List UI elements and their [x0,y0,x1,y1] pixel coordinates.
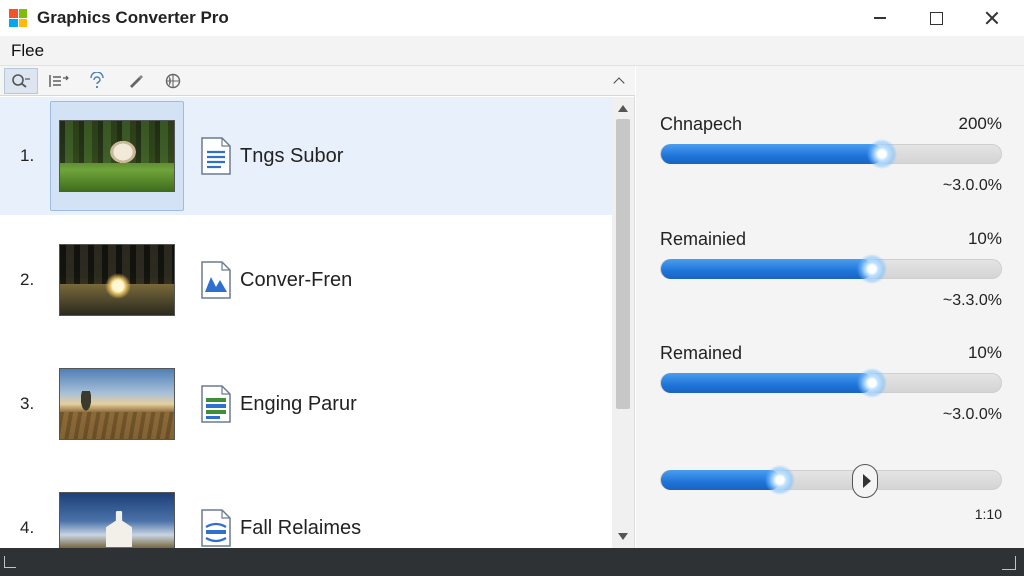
slider-subvalue: ~3.3.0% [942,292,1002,309]
list-item[interactable]: 1. Tngs Subor [0,97,612,215]
slider-group: Remained 10% ~3.0.0% [660,343,1002,423]
slider-label: Chnapech [660,114,743,134]
brush-icon [130,74,143,88]
playback-time: 1:10 [974,506,1002,522]
scroll-down-arrow-icon[interactable] [618,533,628,540]
list-item[interactable]: 2. Conver-Fren [0,221,612,339]
menu-file[interactable]: Flee [11,41,44,61]
globe-icon [165,73,181,88]
row-number: 2. [20,270,35,289]
slider-fill [661,144,882,164]
search-zoom-button[interactable] [4,67,38,94]
close-icon [985,11,999,25]
windows-logo-icon [9,9,27,27]
slider-value: 10% [967,343,1002,362]
collapse-toolbar-button[interactable] [609,70,629,92]
slider-knob[interactable] [856,368,887,398]
scroll-up-arrow-icon[interactable] [618,105,628,112]
file-list: 1. Tngs Subor 2. Conver-Fren 3. Enging P… [0,97,612,548]
settings-pane: Chnapech 200% ~3.0.0% Remainied 10% ~3.3… [636,66,1024,548]
scrollbar-thumb[interactable] [616,119,630,409]
maximize-button[interactable] [908,0,964,36]
playback-glow-knob[interactable] [765,465,795,495]
file-name: Fall Relaimes [240,516,362,539]
image-file-icon [201,261,231,299]
slider-value: 200% [958,114,1002,133]
menu-bar: Flee [0,36,1024,66]
list-view-icon [49,74,69,87]
slider-subvalue: ~3.0.0% [942,406,1002,423]
status-bar [0,548,1024,576]
playback-slider-group: 1:10 [660,464,1002,530]
thumbnail-image [59,492,175,548]
minimize-button[interactable] [852,0,908,36]
file-name: Enging Parur [240,392,357,415]
slider-track[interactable] [660,139,1002,169]
spreadsheet-icon [201,385,231,423]
slider-fill [661,373,872,393]
minimize-icon [874,17,886,19]
row-number: 3. [20,394,35,413]
brush-button[interactable] [118,68,152,94]
slider-knob[interactable] [856,254,887,284]
thumbnail-image [59,120,175,192]
thumbnail-frame[interactable] [50,473,184,548]
resize-grip-icon[interactable] [1002,556,1016,570]
list-item[interactable]: 4. Fall Relaimes [0,469,612,548]
window-title: Graphics Converter Pro [37,8,229,27]
presentation-icon [201,509,231,547]
thumbnail-frame[interactable] [50,101,184,211]
slider-label: Remained [660,343,743,363]
file-name: Conver-Fren [240,268,353,291]
play-position-handle[interactable] [852,464,878,498]
slider-track[interactable] [660,254,1002,284]
file-list-pane: 1. Tngs Subor 2. Conver-Fren 3. Enging P… [0,66,635,548]
slider-group: Chnapech 200% ~3.0.0% [660,114,1002,194]
chevron-up-icon [613,77,625,89]
slider-knob[interactable] [867,139,897,169]
title-bar[interactable]: Graphics Converter Pro [0,0,1024,36]
file-name: Tngs Subor [240,144,344,167]
globe-button[interactable] [156,68,190,94]
thumbnail-frame[interactable] [50,349,184,459]
list-item[interactable]: 3. Enging Parur [0,345,612,463]
app-window: Graphics Converter Pro Flee 1. Tngs Subo… [0,0,1024,576]
help-icon [90,71,104,88]
maximize-icon [929,11,943,25]
thumbnail-frame[interactable] [50,225,184,335]
slider-label: Remainied [660,229,747,249]
slider-subvalue: ~3.0.0% [942,177,1002,194]
slider-track[interactable] [660,368,1002,398]
row-number: 1. [20,146,35,165]
slider-value: 10% [967,229,1002,248]
close-button[interactable] [964,0,1020,36]
corner-icon [4,556,16,568]
play-icon [862,474,871,488]
thumbnail-image [59,244,175,316]
playback-track[interactable] [660,464,1002,498]
search-zoom-icon [12,73,30,88]
help-button[interactable] [80,68,114,94]
thumbnail-image [59,368,175,440]
document-icon [201,137,231,175]
vertical-scrollbar[interactable] [612,97,634,548]
slider-fill [661,259,872,279]
playback-fill [661,470,780,490]
slider-group: Remainied 10% ~3.3.0% [660,229,1002,309]
list-view-button[interactable] [42,68,76,94]
list-toolbar [0,66,635,96]
row-number: 4. [20,518,35,537]
